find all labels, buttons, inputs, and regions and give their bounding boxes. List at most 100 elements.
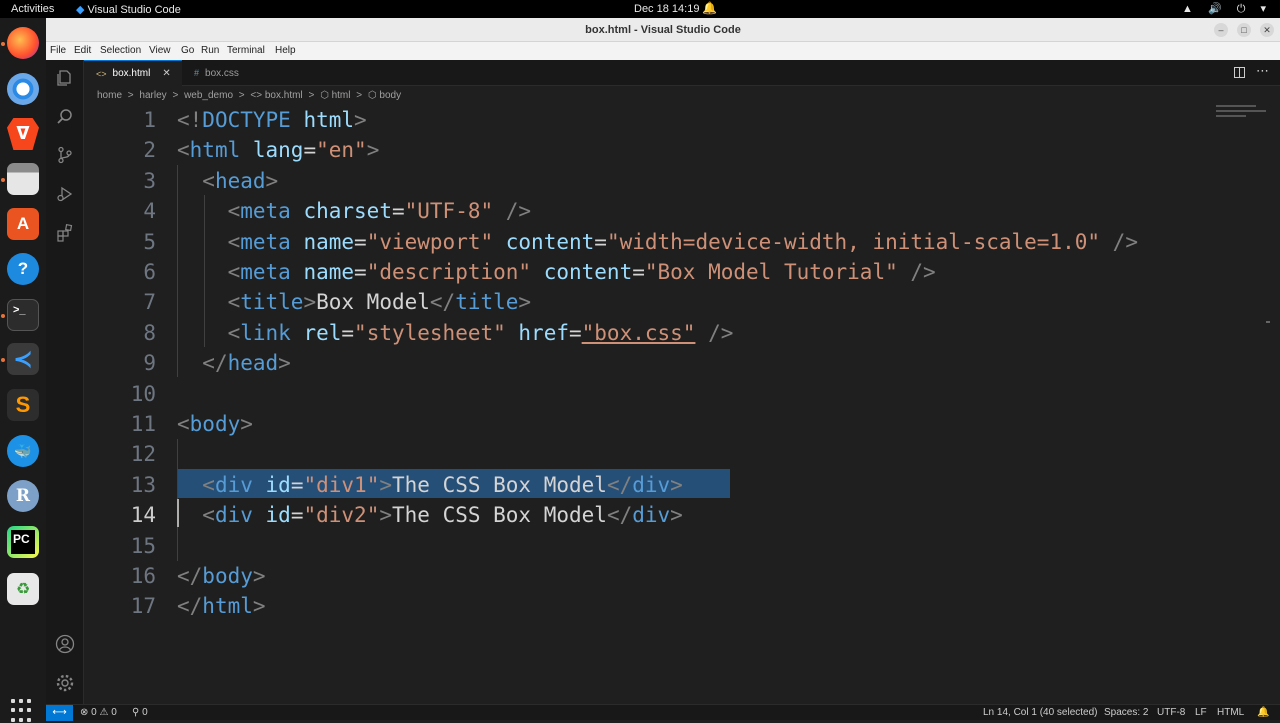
app-center-icon[interactable]: A [7,208,39,240]
menu-view[interactable]: View [149,45,171,56]
code-token: = [568,320,582,345]
notifications-icon[interactable]: 🔔 [1257,707,1269,718]
breadcrumb-separator: > [172,90,179,101]
menu-edit[interactable]: Edit [74,45,91,56]
code-line: <head> [177,166,278,196]
code-token: The CSS Box Model [392,472,607,497]
problems-indicator[interactable]: ⊗ 0 ⚠ 0 [80,707,117,718]
remote-indicator-icon[interactable]: ⟷ [46,705,73,721]
code-token: id [252,503,291,528]
menu-help[interactable]: Help [275,45,296,56]
code-token: < [202,168,215,193]
more-actions-icon[interactable]: ⋯ [1256,63,1269,79]
indentation[interactable]: Spaces: 2 [1104,707,1148,718]
brave-icon[interactable]: ᐁ [7,118,39,150]
code-token: html [202,594,253,619]
search-icon[interactable] [46,104,84,130]
code-token: lang [240,138,304,163]
vscode-icon[interactable]: ≺ [7,343,39,375]
code-token: id [252,472,291,497]
line-number: 1 [143,108,156,132]
menu-file[interactable]: File [50,45,66,56]
r-icon[interactable]: R [7,480,39,512]
accounts-icon[interactable] [46,631,84,657]
code-token: "width=device-width, initial-scale=1.0" [606,229,1101,254]
cursor-position[interactable]: Ln 14, Col 1 (40 selected) [983,707,1098,718]
manage-gear-icon[interactable] [46,670,84,696]
extensions-icon[interactable] [46,220,84,246]
code-token: = [354,229,367,254]
encoding[interactable]: UTF-8 [1157,707,1185,718]
breadcrumb-body[interactable]: ⬡ body [368,90,401,101]
clock[interactable]: Dec 18 14:19 [634,3,699,15]
code-token: href [505,320,569,345]
chromium-icon[interactable] [7,73,39,105]
breadcrumb-harley[interactable]: harley [139,90,166,101]
code-token: title [455,290,519,315]
apps-grid-icon[interactable] [11,699,35,723]
menu-terminal[interactable]: Terminal [227,45,265,56]
run-debug-icon[interactable] [46,181,84,207]
close-tab-icon[interactable]: ✕ [162,68,170,79]
sublime-icon[interactable]: S [7,389,39,421]
docker-icon[interactable]: 🐳 [7,435,39,467]
code-token: = [290,472,304,497]
code-token: </ [429,290,456,315]
ports-indicator[interactable]: ⚲ 0 [132,707,148,718]
app-menu[interactable]: ◆ Visual Studio Code [76,3,181,16]
close-window-button[interactable]: ✕ [1260,23,1274,37]
trash-icon[interactable]: ♻ [7,573,39,605]
tab-box-css[interactable]: # box.css [182,60,251,86]
help-icon[interactable]: ? [7,253,39,285]
code-token: > [240,412,253,436]
notification-bell-icon[interactable]: 🔔 [702,1,717,15]
breadcrumb-box-html[interactable]: <> box.html [250,90,302,101]
status-bar: ⟷ ⊗ 0 ⚠ 0 ⚲ 0 Ln 14, Col 1 (40 selected)… [46,704,1280,721]
terminal-icon[interactable]: >_ [7,299,39,331]
code-token: < [227,260,241,284]
code-token: /> [695,320,734,345]
text-cursor [177,499,179,527]
code-token: title [240,290,304,315]
menu-go[interactable]: Go [181,45,194,56]
menu-run[interactable]: Run [201,45,219,56]
menu-selection[interactable]: Selection [100,45,141,56]
tab-box-html[interactable]: <> box.html ✕ [84,60,182,86]
code-line: <!DOCTYPE html> [177,105,367,135]
line-ending[interactable]: LF [1195,707,1207,718]
code-editor[interactable]: 1 2 3 4 5 6 7 8 9 10 11 12 13 14 15 16 17 <!DOCTYPE html… [84,105,1270,704]
code-token: > [670,503,683,528]
window-title: box.html - Visual Studio Code [585,24,741,36]
scrollbar[interactable] [1266,321,1270,323]
firefox-icon[interactable] [7,27,39,59]
code-line: <meta name="description" content="Box Mo… [177,257,936,287]
pycharm-icon[interactable]: PC [7,526,39,558]
split-editor-icon[interactable] [1234,67,1245,78]
line-number: 16 [130,564,156,588]
system-tray[interactable]: ▲ 🔊 ⏻ ▾ [1182,2,1272,16]
minimap[interactable] [1216,105,1272,129]
editor-tabs: <> box.html ✕ # box.css ⋯ [84,60,1280,86]
code-line: <body> [177,409,253,439]
line-number: 6 [143,260,156,284]
files-icon[interactable] [7,163,39,195]
explorer-icon[interactable] [46,65,84,91]
code-token: content [493,229,595,254]
breadcrumb-home[interactable]: home [97,90,122,101]
code-token: head [214,168,266,193]
code-token: "en" [316,138,367,163]
line-number: 5 [143,229,156,254]
activities-button[interactable]: Activities [11,3,54,15]
breadcrumb-html[interactable]: ⬡ html [320,90,350,101]
breadcrumb-web-demo[interactable]: web_demo [184,90,233,101]
code-token: = [594,229,607,254]
line-number: 11 [130,412,156,436]
source-control-icon[interactable] [46,142,84,168]
maximize-button[interactable]: □ [1237,23,1251,37]
minimize-button[interactable]: – [1214,23,1228,37]
code-token: meta [240,199,291,224]
language-mode[interactable]: HTML [1217,707,1244,718]
